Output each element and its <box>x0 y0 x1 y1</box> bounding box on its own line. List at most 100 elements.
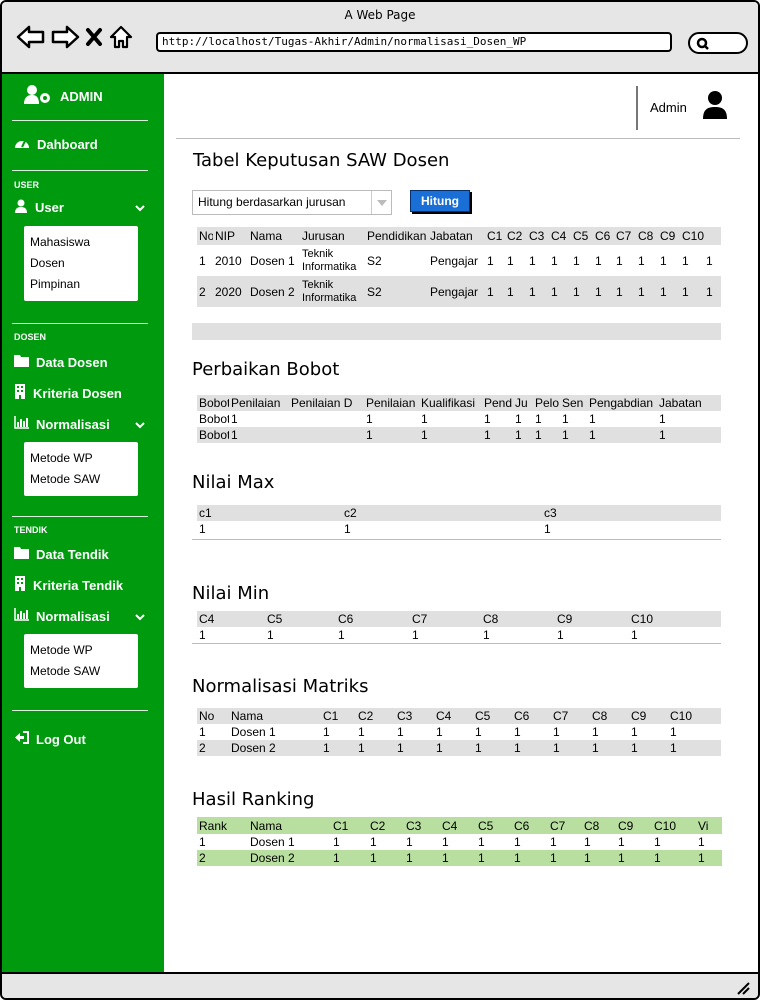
table-cell: 1 <box>199 253 206 268</box>
table-cell: 1 <box>557 628 564 642</box>
table-cell: 1 <box>366 412 373 426</box>
submenu-item-dosen[interactable]: Dosen <box>30 253 132 274</box>
table-cell: 1 <box>475 725 482 739</box>
column-header: C9 <box>618 818 634 833</box>
table-cell: Pengajar <box>430 253 479 268</box>
table-cell: 1 <box>333 851 340 865</box>
table-cell: 1 <box>515 428 522 442</box>
table-cell: 1 <box>682 253 689 268</box>
column-header: Jurusan <box>302 229 345 243</box>
column-header: C8 <box>592 709 608 723</box>
nav-controls <box>16 24 134 50</box>
table-row: 1 Dosen 1 1 1 1 1 1 1 1 1 1 1 <box>197 724 721 740</box>
table-cell: 1 <box>436 725 443 739</box>
submenu-item-metode-saw[interactable]: Metode SAW <box>30 469 132 490</box>
table-cell: 1 <box>660 284 667 299</box>
table-cell: Dosen 1 <box>250 835 295 849</box>
table-header-row: No NIP Nama Jurusan Pendidikan Jabatan C1 C2 C3 C… <box>197 227 721 245</box>
column-header: C3 <box>529 229 545 243</box>
table-cell: 1 <box>514 835 521 849</box>
table-cell: Dosen 2 <box>250 284 295 299</box>
table-cell: 1 <box>592 725 599 739</box>
sidebar-item-label: User <box>35 200 64 215</box>
admin-label[interactable]: Admin <box>650 100 687 115</box>
table-cell: 1 <box>478 835 485 849</box>
table-cell: 1 <box>370 835 377 849</box>
sidebar-item-dashboard[interactable]: Dahboard <box>14 136 98 153</box>
sidebar-item-user[interactable]: User <box>14 199 152 216</box>
table-cell: 1 <box>507 284 514 299</box>
table-cell: 2010 <box>215 253 242 268</box>
table-header-row: Bobot Penilaian Penilaian D Penilaian Kualif… <box>197 395 721 411</box>
browser-search[interactable] <box>688 32 748 54</box>
address-bar[interactable]: http://localhost/Tugas-Akhir/Admin/norma… <box>156 32 672 52</box>
dosen-metode-submenu: Metode WP Metode SAW <box>24 442 138 496</box>
column-header: C5 <box>573 229 589 243</box>
table-cell: Teknik Informatika <box>302 247 357 273</box>
bar-chart-icon <box>14 416 29 432</box>
table-cell: 1 <box>631 741 638 755</box>
home-icon[interactable] <box>108 24 134 50</box>
sidebar-item-label: Normalisasi <box>36 416 110 432</box>
hitung-button[interactable]: Hitung <box>410 190 470 212</box>
column-header: Penilaian D <box>291 396 353 410</box>
submenu-item-metode-wp[interactable]: Metode WP <box>30 640 132 661</box>
resize-grip-icon[interactable] <box>736 980 750 998</box>
table-cell: 1 <box>529 284 536 299</box>
column-header: Jabatan <box>430 229 473 243</box>
table-cell: Bobot 1 <box>199 428 229 442</box>
sidebar-item-logout[interactable]: Log Out <box>14 731 86 747</box>
table-cell: 1 <box>475 741 482 755</box>
table-cell: 1 <box>487 253 494 268</box>
sidebar-item-kriteria-tendik[interactable]: Kriteria Tendik <box>14 576 123 594</box>
browser-window: A Web Page http://localhost/Tugas-Akhir/… <box>0 0 760 1000</box>
table-cell: 1 <box>442 851 449 865</box>
column-header: C5 <box>478 818 494 833</box>
column-header: Penilaian <box>366 396 416 410</box>
submenu-item-mahasiswa[interactable]: Mahasiswa <box>30 232 132 253</box>
select-value: Hitung berdasarkan jurusan <box>198 195 346 209</box>
jurusan-select[interactable]: Hitung berdasarkan jurusan <box>192 190 392 215</box>
close-icon[interactable] <box>84 26 104 48</box>
chevron-down-icon <box>134 201 146 216</box>
column-header: C2 <box>507 229 523 243</box>
sidebar-item-label: Data Dosen <box>36 354 108 370</box>
table-row: 1 1 1 1 1 1 1 <box>197 627 721 643</box>
table-cell: 2 <box>199 284 206 299</box>
table-row: 1 1 1 <box>197 521 721 537</box>
sidebar-item-normalisasi-tendik[interactable]: Normalisasi <box>14 608 152 624</box>
ranking-title: Hasil Ranking <box>192 789 315 810</box>
table-cell: 1 <box>514 851 521 865</box>
submenu-item-pimpinan[interactable]: Pimpinan <box>30 274 132 295</box>
table-cell: 1 <box>421 428 428 442</box>
divider <box>12 710 148 711</box>
column-header: C7 <box>412 612 428 626</box>
user-avatar-icon[interactable] <box>702 90 728 125</box>
back-arrow-icon[interactable] <box>16 24 46 50</box>
table-cell: 1 <box>682 284 689 299</box>
submenu-item-metode-saw[interactable]: Metode SAW <box>30 661 132 682</box>
sidebar-item-data-dosen[interactable]: Data Dosen <box>14 354 108 370</box>
user-submenu: Mahasiswa Dosen Pimpinan <box>24 226 138 301</box>
column-header: C2 <box>370 818 386 833</box>
table-cell: 1 <box>436 741 443 755</box>
sidebar-item-normalisasi-dosen[interactable]: Normalisasi <box>14 416 152 432</box>
column-header: Pend <box>484 396 513 410</box>
column-header <box>704 227 721 245</box>
column-header: Pengabdian <box>589 396 654 410</box>
table-row: 2 Dosen 2 1 1 1 1 1 1 1 1 1 1 1 <box>197 850 722 866</box>
submenu-item-metode-wp[interactable]: Metode WP <box>30 448 132 469</box>
column-header: Vi <box>698 818 709 833</box>
table-cell: 1 <box>323 741 330 755</box>
browser-statusbar <box>2 972 758 998</box>
table-cell: Dosen 1 <box>231 725 276 739</box>
table-cell: S2 <box>367 253 382 268</box>
table-cell: 1 <box>553 725 560 739</box>
building-icon <box>14 576 26 594</box>
sidebar-item-data-tendik[interactable]: Data Tendik <box>14 546 109 562</box>
column-header: C5 <box>267 612 283 626</box>
sidebar-item-kriteria-dosen[interactable]: Kriteria Dosen <box>14 384 122 402</box>
forward-arrow-icon[interactable] <box>50 24 80 50</box>
column-header: C10 <box>682 229 704 243</box>
user-icon <box>14 199 28 216</box>
